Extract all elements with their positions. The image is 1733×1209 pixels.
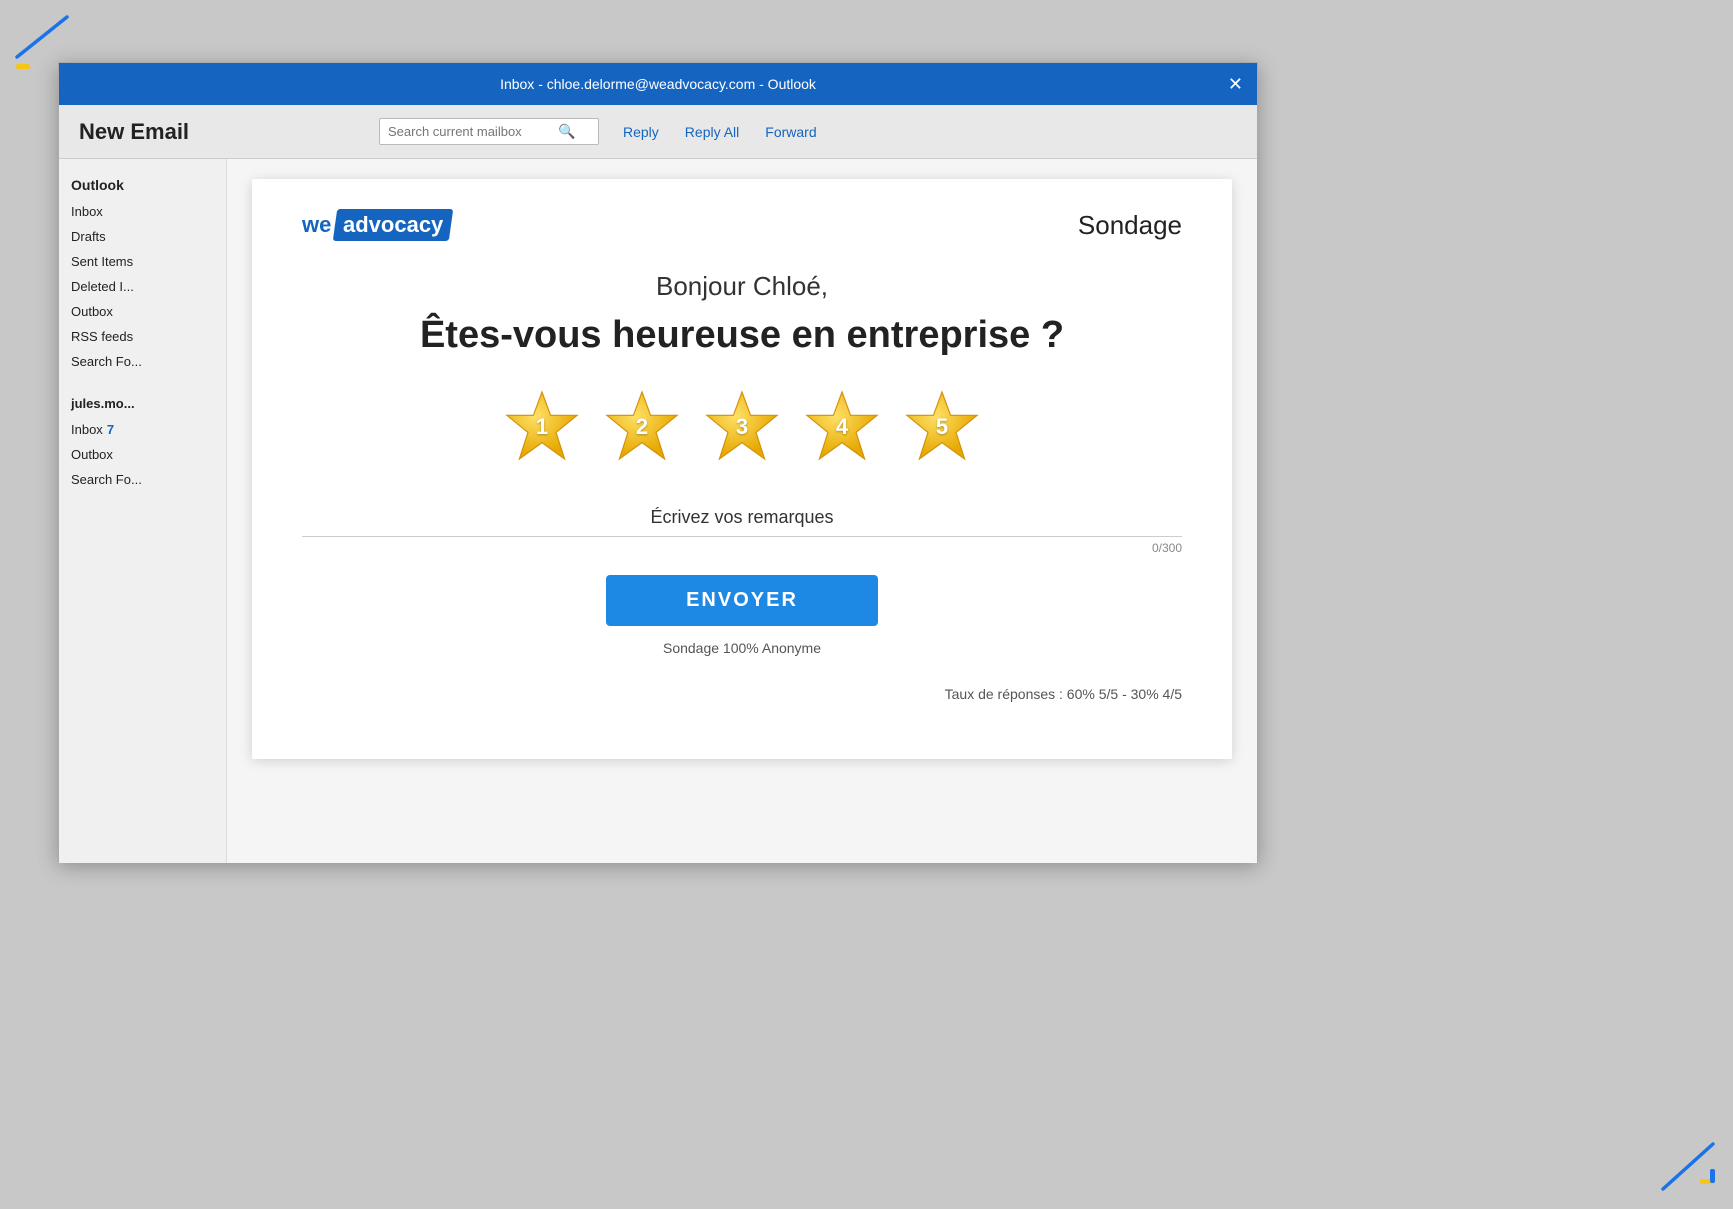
sidebar-item-outbox1[interactable]: Outbox: [59, 299, 226, 324]
star-1-icon: [503, 388, 581, 466]
email-area: we advocacy Sondage Bonjour Chloé, Êtes-…: [227, 159, 1257, 863]
main-content: Outlook Inbox Drafts Sent Items Deleted …: [59, 159, 1257, 863]
star-1-button[interactable]: 1: [502, 387, 582, 467]
sidebar-divider: [59, 374, 226, 390]
email-modal: we advocacy Sondage Bonjour Chloé, Êtes-…: [227, 159, 1257, 863]
submit-button[interactable]: ENVOYER: [606, 575, 878, 626]
star-3-button[interactable]: 3: [702, 387, 782, 467]
brand-advocacy-wrap: advocacy: [333, 209, 454, 241]
brand-advocacy-text: advocacy: [343, 212, 443, 238]
sidebar-item-sent[interactable]: Sent Items: [59, 249, 226, 274]
search-icon[interactable]: 🔍: [558, 123, 575, 140]
stars-row: 1: [302, 387, 1182, 467]
star-3-icon: [703, 388, 781, 466]
star-5-button[interactable]: 5: [902, 387, 982, 467]
star-4-icon: [803, 388, 881, 466]
reply-all-button[interactable]: Reply All: [681, 122, 743, 142]
star-5-icon: [903, 388, 981, 466]
forward-button[interactable]: Forward: [761, 122, 820, 142]
close-button[interactable]: ✕: [1228, 75, 1243, 93]
question-text: Êtes-vous heureuse en entreprise ?: [302, 314, 1182, 357]
sidebar-item-drafts[interactable]: Drafts: [59, 224, 226, 249]
response-rate: Taux de réponses : 60% 5/5 - 30% 4/5: [302, 686, 1182, 702]
greeting-text: Bonjour Chloé,: [302, 271, 1182, 302]
anon-note: Sondage 100% Anonyme: [302, 640, 1182, 656]
search-input[interactable]: [388, 124, 558, 139]
window-title: Inbox - chloe.delorme@weadvocacy.com - O…: [500, 76, 816, 92]
inbox-badge: 7: [107, 422, 114, 437]
sidebar-item-search1[interactable]: Search Fo...: [59, 349, 226, 374]
card-header: we advocacy Sondage: [302, 209, 1182, 241]
reply-button[interactable]: Reply: [619, 122, 663, 142]
star-2-button[interactable]: 2: [602, 387, 682, 467]
brand-we-text: we: [302, 212, 331, 238]
star-4-button[interactable]: 4: [802, 387, 882, 467]
toolbar-actions: Reply Reply All Forward: [619, 122, 821, 142]
sidebar-section1-title: Outlook: [59, 171, 226, 199]
sidebar-item-inbox2[interactable]: Inbox7: [59, 417, 226, 442]
sidebar-section2-title: jules.mo...: [59, 390, 226, 417]
toolbar: New Email 🔍 Reply Reply All Forward: [59, 105, 1257, 159]
remarks-label: Écrivez vos remarques: [302, 507, 1182, 528]
sidebar-item-inbox1[interactable]: Inbox: [59, 199, 226, 224]
title-bar: Inbox - chloe.delorme@weadvocacy.com - O…: [59, 63, 1257, 105]
email-card: we advocacy Sondage Bonjour Chloé, Êtes-…: [252, 179, 1232, 759]
sidebar-item-search2[interactable]: Search Fo...: [59, 467, 226, 492]
card-title: Sondage: [1078, 210, 1182, 241]
sidebar: Outlook Inbox Drafts Sent Items Deleted …: [59, 159, 227, 863]
outlook-window: Inbox - chloe.delorme@weadvocacy.com - O…: [58, 62, 1258, 862]
search-container: 🔍: [379, 118, 599, 145]
sidebar-item-rss[interactable]: RSS feeds: [59, 324, 226, 349]
remarks-divider: [302, 536, 1182, 537]
new-email-button[interactable]: New Email: [69, 119, 379, 145]
sidebar-item-deleted[interactable]: Deleted I...: [59, 274, 226, 299]
sidebar-item-outbox2[interactable]: Outbox: [59, 442, 226, 467]
star-2-icon: [603, 388, 681, 466]
remarks-counter: 0/300: [302, 541, 1182, 555]
brand-logo: we advocacy: [302, 209, 452, 241]
deco-corner-br: [1638, 1114, 1718, 1194]
